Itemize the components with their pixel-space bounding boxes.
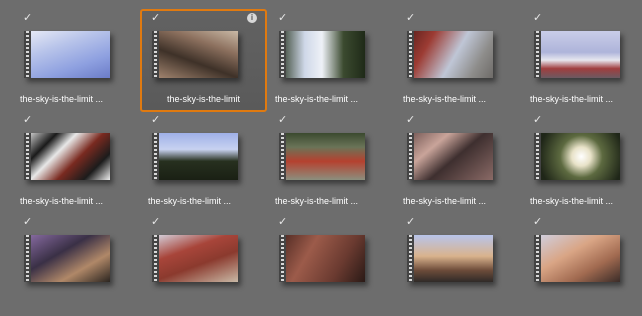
clip-label: the-sky-is-the-limit ... [403, 94, 487, 104]
check-icon[interactable]: ✓ [533, 216, 542, 228]
filmstrip-icon [407, 133, 414, 180]
clip-tile[interactable]: ✓ [522, 213, 642, 316]
check-icon[interactable]: ✓ [406, 12, 415, 24]
clip-thumbnail[interactable] [152, 235, 238, 282]
clip-thumbnail[interactable] [24, 235, 110, 282]
clip-thumbnail[interactable] [279, 133, 365, 180]
filmstrip-icon [407, 235, 414, 282]
clip-tile[interactable]: ✓ the-sky-is-the-limit ... [395, 111, 522, 214]
clip-thumbnail[interactable] [279, 235, 365, 282]
clip-tile[interactable]: ✓ [12, 213, 139, 316]
info-icon[interactable]: i [247, 13, 257, 23]
check-icon[interactable]: ✓ [23, 216, 32, 228]
clip-thumbnail[interactable] [534, 235, 620, 282]
clip-tile[interactable]: ✓ [267, 213, 394, 316]
check-icon[interactable]: ✓ [151, 114, 160, 126]
clip-tile[interactable]: ✓ the-sky-is-the-limit ... [140, 111, 267, 214]
check-icon[interactable]: ✓ [406, 216, 415, 228]
filmstrip-icon [24, 31, 31, 78]
filmstrip-icon [279, 31, 286, 78]
clip-tile[interactable]: ✓ the-sky-is-the-limit ... [267, 9, 394, 112]
clip-label: the-sky-is-the-limit ... [530, 94, 614, 104]
clip-tile[interactable]: ✓ the-sky-is-the-limit ... [522, 111, 642, 214]
clip-thumbnail[interactable] [24, 133, 110, 180]
clip-thumbnail[interactable] [279, 31, 365, 78]
clip-thumbnail[interactable] [407, 31, 493, 78]
clip-thumbnail[interactable] [24, 31, 110, 78]
clip-label: the-sky-is-the-limit ... [148, 196, 232, 206]
clip-tile[interactable]: ✓ the-sky-is-the-limit ... [522, 9, 642, 112]
clip-thumbnail[interactable] [152, 31, 238, 78]
filmstrip-icon [279, 133, 286, 180]
clip-tile[interactable]: ✓ the-sky-is-the-limit ... [12, 9, 139, 112]
clip-tile[interactable]: ✓ the-sky-is-the-limit ... [395, 9, 522, 112]
filmstrip-icon [279, 235, 286, 282]
filmstrip-icon [24, 133, 31, 180]
filmstrip-icon [152, 31, 159, 78]
clip-thumbnail[interactable] [534, 31, 620, 78]
clip-label: the-sky-is-the-limit ... [20, 94, 104, 104]
check-icon[interactable]: ✓ [533, 12, 542, 24]
clip-label: the-sky-is-the-limit ... [275, 196, 359, 206]
check-icon[interactable]: ✓ [278, 216, 287, 228]
clip-label: the-sky-is-the-limit ... [403, 196, 487, 206]
clip-tile[interactable]: ✓ [140, 213, 267, 316]
clip-tile[interactable]: ✓ [395, 213, 522, 316]
filmstrip-icon [534, 31, 541, 78]
clip-thumbnail[interactable] [534, 133, 620, 180]
clip-tile[interactable]: ✓ i the-sky-is-the-limit [140, 9, 267, 112]
clip-tile[interactable]: ✓ the-sky-is-the-limit ... [267, 111, 394, 214]
clip-thumbnail[interactable] [407, 133, 493, 180]
clip-thumbnail[interactable] [152, 133, 238, 180]
check-icon[interactable]: ✓ [533, 114, 542, 126]
filmstrip-icon [407, 31, 414, 78]
clip-thumbnail[interactable] [407, 235, 493, 282]
check-icon[interactable]: ✓ [278, 12, 287, 24]
check-icon[interactable]: ✓ [406, 114, 415, 126]
filmstrip-icon [534, 235, 541, 282]
filmstrip-icon [24, 235, 31, 282]
clip-label: the-sky-is-the-limit ... [20, 196, 104, 206]
check-icon[interactable]: ✓ [151, 216, 160, 228]
check-icon[interactable]: ✓ [151, 12, 160, 24]
clip-tile[interactable]: ✓ the-sky-is-the-limit ... [12, 111, 139, 214]
check-icon[interactable]: ✓ [23, 12, 32, 24]
filmstrip-icon [152, 133, 159, 180]
filmstrip-icon [534, 133, 541, 180]
clip-grid: ✓ the-sky-is-the-limit ... ✓ i the-sky-is-th… [0, 0, 642, 282]
clip-label: the-sky-is-the-limit [166, 94, 240, 104]
clip-label: the-sky-is-the-limit ... [275, 94, 359, 104]
filmstrip-icon [152, 235, 159, 282]
clip-label: the-sky-is-the-limit ... [530, 196, 614, 206]
check-icon[interactable]: ✓ [278, 114, 287, 126]
check-icon[interactable]: ✓ [23, 114, 32, 126]
